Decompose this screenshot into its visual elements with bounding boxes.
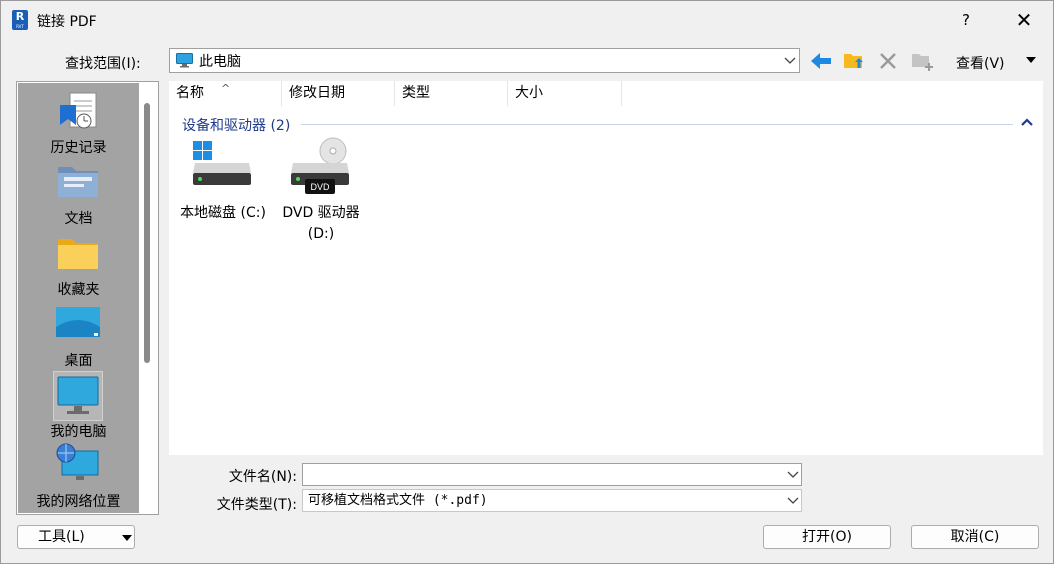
app-icon-sub: RVT bbox=[16, 24, 24, 29]
places-list: 历史记录 文档 收藏夹 桌面 我的电脑 我的网络位置 bbox=[18, 83, 139, 513]
window-title: 链接 PDF bbox=[37, 14, 97, 30]
new-folder-icon[interactable] bbox=[910, 49, 934, 73]
link-pdf-dialog: R RVT 链接 PDF ? ✕ 查找范围(I): 此电脑 查看(V) 历史记录… bbox=[0, 0, 1054, 564]
drive-label: 本地磁盘 (C:) bbox=[180, 205, 266, 221]
file-list: ^ 名称 修改日期 类型 大小 设备和驱动器 (2) 本地磁盘 (C:) DVD… bbox=[169, 81, 1043, 455]
chevron-down-icon[interactable] bbox=[787, 471, 799, 479]
places-bar: 历史记录 文档 收藏夹 桌面 我的电脑 我的网络位置 bbox=[16, 81, 159, 515]
column-header-label: 大小 bbox=[515, 85, 543, 101]
chevron-down-icon[interactable] bbox=[787, 497, 799, 505]
group-header-devices[interactable]: 设备和驱动器 (2) bbox=[182, 115, 290, 135]
look-in-value: 此电脑 bbox=[199, 54, 241, 70]
column-header-label: 名称 bbox=[176, 85, 204, 101]
dvd-badge: DVD bbox=[310, 182, 330, 192]
tools-button-label: 工具(L) bbox=[38, 529, 85, 545]
place-label: 我的网络位置 bbox=[36, 494, 121, 510]
local-disk-icon bbox=[193, 141, 251, 185]
favorites-folder-icon bbox=[58, 239, 98, 269]
drive-item-d[interactable]: DVD DVD 驱动器 (D:) bbox=[271, 137, 371, 257]
title-bar: R RVT 链接 PDF ? ✕ bbox=[1, 1, 1053, 39]
revit-app-icon: R RVT bbox=[12, 10, 28, 30]
desktop-icon bbox=[56, 307, 100, 337]
chevron-down-icon[interactable] bbox=[784, 57, 796, 65]
scrollbar-thumb[interactable] bbox=[144, 103, 150, 363]
app-icon-letter: R bbox=[15, 10, 25, 23]
drive-label: DVD 驱动器 (D:) bbox=[282, 205, 360, 242]
column-header-type[interactable]: 类型 bbox=[395, 81, 508, 106]
documents-icon bbox=[58, 167, 98, 197]
look-in-label: 查找范围(I): bbox=[65, 56, 141, 72]
tools-button[interactable]: 工具(L) bbox=[17, 525, 135, 549]
history-icon bbox=[60, 92, 97, 129]
view-menu-button[interactable]: 查看(V) bbox=[956, 53, 1005, 73]
place-label: 桌面 bbox=[64, 353, 93, 369]
this-pc-icon bbox=[176, 53, 193, 68]
file-name-label: 文件名(N): bbox=[228, 469, 297, 485]
column-header-label: 类型 bbox=[402, 85, 430, 101]
file-type-value: 可移植文档格式文件 (*.pdf) bbox=[308, 493, 488, 508]
column-header-label: 修改日期 bbox=[289, 85, 345, 101]
file-name-combobox[interactable] bbox=[302, 463, 802, 486]
dvd-drive-icon: DVD bbox=[291, 137, 349, 194]
place-label: 收藏夹 bbox=[57, 282, 100, 298]
close-button[interactable]: ✕ bbox=[1001, 5, 1047, 35]
place-label: 历史记录 bbox=[50, 140, 107, 156]
column-header-size[interactable]: 大小 bbox=[508, 81, 622, 106]
open-button[interactable]: 打开(O) bbox=[763, 525, 891, 549]
file-type-select[interactable]: 可移植文档格式文件 (*.pdf) bbox=[302, 489, 802, 512]
up-folder-icon[interactable] bbox=[842, 49, 866, 73]
place-label: 文档 bbox=[64, 211, 93, 227]
view-dropdown-arrow-icon[interactable] bbox=[1026, 57, 1036, 63]
my-computer-icon bbox=[57, 376, 99, 414]
sort-ascending-icon: ^ bbox=[221, 82, 231, 95]
cancel-button[interactable]: 取消(C) bbox=[911, 525, 1039, 549]
place-label: 我的电脑 bbox=[50, 424, 107, 440]
look-in-combobox[interactable]: 此电脑 bbox=[169, 48, 800, 73]
collapse-group-icon[interactable] bbox=[1021, 117, 1033, 127]
delete-icon[interactable] bbox=[876, 49, 900, 73]
tools-dropdown-arrow-icon bbox=[122, 535, 132, 541]
places-scrollbar[interactable] bbox=[141, 83, 157, 513]
group-divider bbox=[301, 124, 1013, 125]
back-arrow-icon[interactable] bbox=[809, 49, 833, 73]
network-icon bbox=[56, 443, 99, 480]
column-header-name[interactable]: ^ 名称 bbox=[169, 81, 282, 106]
help-button[interactable]: ? bbox=[943, 5, 989, 35]
file-type-label: 文件类型(T): bbox=[216, 497, 297, 513]
column-header-modified[interactable]: 修改日期 bbox=[282, 81, 395, 106]
drive-item-c[interactable]: 本地磁盘 (C:) bbox=[173, 137, 273, 257]
